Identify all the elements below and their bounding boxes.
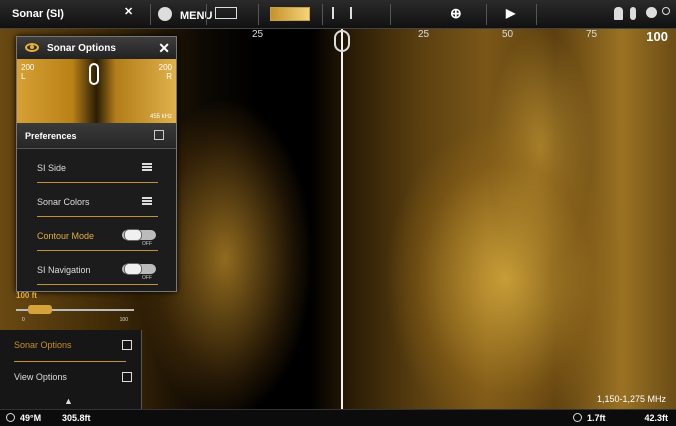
bottom-status-bar: 49°M 305.8ft 1.7ft 42.3ft — [0, 409, 676, 426]
preview-left-range: 200 — [21, 63, 35, 72]
divider — [322, 4, 323, 25]
speed-icon — [573, 413, 582, 422]
eye-icon — [25, 43, 39, 52]
frequency-label: 1,150-1,275 MHz — [596, 394, 666, 404]
preferences-label: Preferences — [25, 131, 77, 141]
gps-icon[interactable] — [630, 7, 636, 20]
depth-scale: 25 25 50 75 — [220, 29, 676, 43]
divider — [390, 4, 391, 25]
row-label: SI Side — [37, 163, 67, 173]
sonar-view-icon[interactable] — [270, 7, 310, 21]
top-status-bar: Sonar (SI) ✕ MENU ⊕ ▶ — [0, 0, 676, 29]
slider-max: 100 — [119, 317, 128, 323]
si-navigation-row[interactable]: SI Navigation OFF — [37, 253, 158, 285]
slider-thumb[interactable] — [28, 305, 52, 314]
divider — [258, 4, 259, 25]
menu-item-sonar-options[interactable]: Sonar Options — [0, 330, 142, 362]
play-icon[interactable]: ▶ — [506, 6, 515, 20]
expand-icon — [122, 340, 132, 350]
menu-label: MENU — [180, 10, 213, 22]
divider — [486, 4, 487, 25]
distance-readout: 305.8ft — [62, 413, 91, 423]
toggle-state: OFF — [142, 275, 152, 281]
transducer-icon — [89, 63, 99, 85]
boat-icon — [334, 30, 350, 52]
close-icon[interactable]: ✕ — [124, 5, 133, 18]
range-max-label: 100 — [646, 29, 668, 44]
menu-icon[interactable] — [142, 197, 152, 205]
row-label: SI Navigation — [37, 265, 91, 275]
row-label: Sonar Colors — [37, 197, 90, 207]
settings-icon — [154, 130, 164, 140]
depth-readout: 42.3ft — [644, 413, 668, 423]
contour-mode-row[interactable]: Contour Mode OFF — [37, 219, 158, 251]
waypoint-icon[interactable]: ⊕ — [450, 5, 462, 22]
close-icon[interactable]: ✕ — [158, 40, 170, 57]
preview-right-range: 200 — [158, 63, 172, 72]
toggle-state: OFF — [142, 241, 152, 247]
scale-tick: 75 — [586, 29, 598, 40]
sonar-options-panel: Sonar Options ✕ 200 L 200 R 455 kHz Pref… — [16, 36, 177, 292]
toggle-knob[interactable] — [124, 229, 142, 241]
boat-track-line — [341, 29, 343, 409]
divider — [536, 4, 537, 25]
panel-title: Sonar Options — [47, 43, 116, 54]
menu-item-view-options[interactable]: View Options — [0, 362, 142, 394]
chevron-up-icon[interactable]: ▲ — [64, 396, 73, 406]
range-slider[interactable]: 0 100 — [16, 304, 134, 323]
app-title: Sonar (SI) — [12, 8, 64, 20]
row-label: Contour Mode — [37, 231, 95, 241]
water-temperature: 49°M — [20, 413, 42, 423]
temperature-icon — [6, 413, 15, 422]
chart-icon[interactable] — [215, 7, 237, 19]
side-menu: Sonar Options View Options ▲ — [0, 330, 142, 409]
transducer-icon[interactable] — [332, 7, 352, 19]
divider — [206, 4, 207, 25]
si-side-row[interactable]: SI Side — [37, 151, 158, 183]
toggle-knob[interactable] — [124, 263, 142, 275]
menu-icon[interactable] — [158, 7, 172, 21]
settings-icon[interactable] — [646, 7, 657, 18]
speed-readout: 1.7ft — [587, 413, 606, 423]
contour-mode-toggle[interactable]: OFF — [122, 229, 156, 247]
menu-item-label: Sonar Options — [14, 340, 72, 350]
range-value: 100 ft — [16, 291, 37, 300]
person-icon[interactable] — [614, 7, 623, 20]
sonar-colors-row[interactable]: Sonar Colors — [37, 185, 158, 217]
preview-right-unit: R — [166, 72, 172, 81]
signal-icon — [662, 7, 670, 15]
preview-left-unit: L — [21, 72, 26, 81]
scale-tick: 50 — [502, 29, 514, 40]
si-navigation-toggle[interactable]: OFF — [122, 263, 156, 281]
sonar-preview: 200 L 200 R 455 kHz — [17, 59, 176, 123]
preferences-header[interactable]: Preferences — [17, 123, 176, 149]
divider — [150, 4, 151, 25]
panel-header: Sonar Options ✕ — [17, 37, 176, 59]
menu-icon[interactable] — [142, 163, 152, 171]
scale-tick: 25 — [418, 29, 430, 40]
slider-min: 0 — [22, 317, 25, 323]
scale-tick: 25 — [252, 29, 264, 40]
menu-item-label: View Options — [14, 372, 67, 382]
expand-icon — [122, 372, 132, 382]
preview-frequency: 455 kHz — [149, 114, 172, 120]
